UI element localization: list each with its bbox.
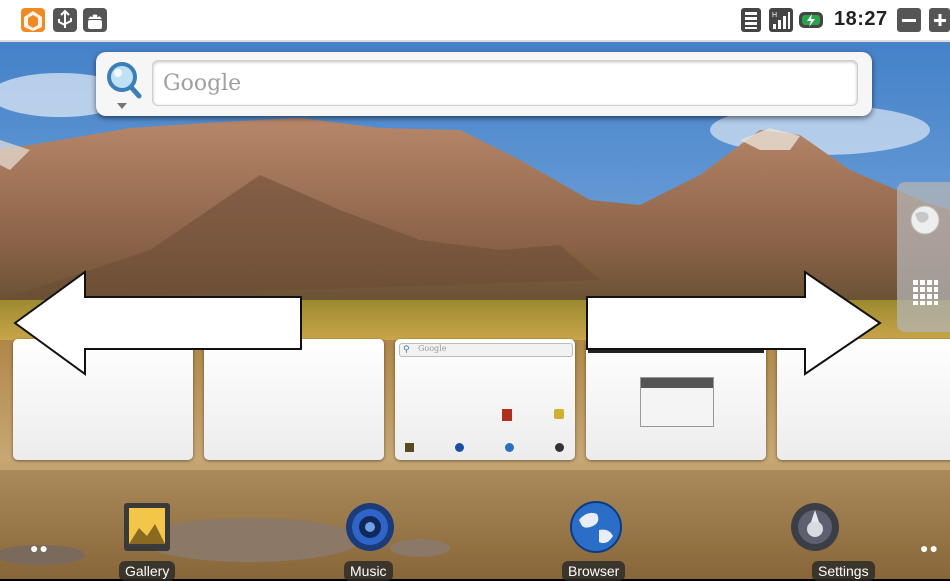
page-indicator-left: ●● (30, 540, 49, 556)
app-grid-icon[interactable] (911, 278, 939, 306)
android-debug-icon[interactable] (82, 7, 108, 33)
music-icon[interactable] (345, 502, 395, 552)
page-indicator-right: ●● (920, 540, 939, 556)
volume-down-icon[interactable] (896, 7, 922, 33)
search-widget[interactable]: Google (96, 52, 872, 116)
mini-app-icon (502, 409, 512, 421)
dock-label-browser[interactable]: Browser (562, 561, 626, 581)
settings-icon[interactable] (790, 502, 840, 552)
globe-icon[interactable] (909, 204, 941, 236)
mini-dock-icon (555, 443, 564, 452)
gallery-icon[interactable] (123, 502, 171, 552)
search-input[interactable]: Google (152, 60, 858, 106)
home-icon[interactable] (20, 7, 46, 33)
status-bar: H 18:27 (0, 0, 950, 42)
screen-thumbnail-current[interactable]: ⚲ Google (395, 339, 575, 460)
status-clock: 18:27 (834, 8, 888, 30)
usb-icon[interactable] (52, 7, 78, 33)
mini-search-bar: ⚲ Google (399, 343, 573, 357)
side-handle[interactable] (897, 182, 950, 332)
left-arrow[interactable] (13, 270, 303, 376)
search-icon[interactable] (102, 56, 146, 112)
dock-label-music[interactable]: Music (344, 561, 393, 581)
mini-search-icon: ⚲ (403, 344, 410, 354)
mini-search-text: Google (418, 344, 447, 353)
mini-app-icon (554, 409, 564, 419)
mini-dialog-header (641, 378, 713, 388)
volume-up-icon[interactable] (928, 7, 950, 33)
dock-label-settings[interactable]: Settings (812, 561, 875, 581)
wifi-signal-icon[interactable] (738, 7, 764, 33)
right-arrow[interactable] (585, 270, 882, 376)
mini-dock-icon (455, 443, 464, 452)
battery-charging-icon[interactable] (798, 7, 824, 33)
svg-text:H: H (772, 12, 777, 19)
mini-dock-icon (505, 443, 514, 452)
dock-label-gallery[interactable]: Gallery (119, 561, 176, 581)
mini-dialog (640, 377, 714, 427)
browser-globe-icon[interactable] (569, 500, 623, 554)
mini-dock-icon (405, 443, 414, 452)
cell-signal-icon[interactable]: H (768, 7, 794, 33)
